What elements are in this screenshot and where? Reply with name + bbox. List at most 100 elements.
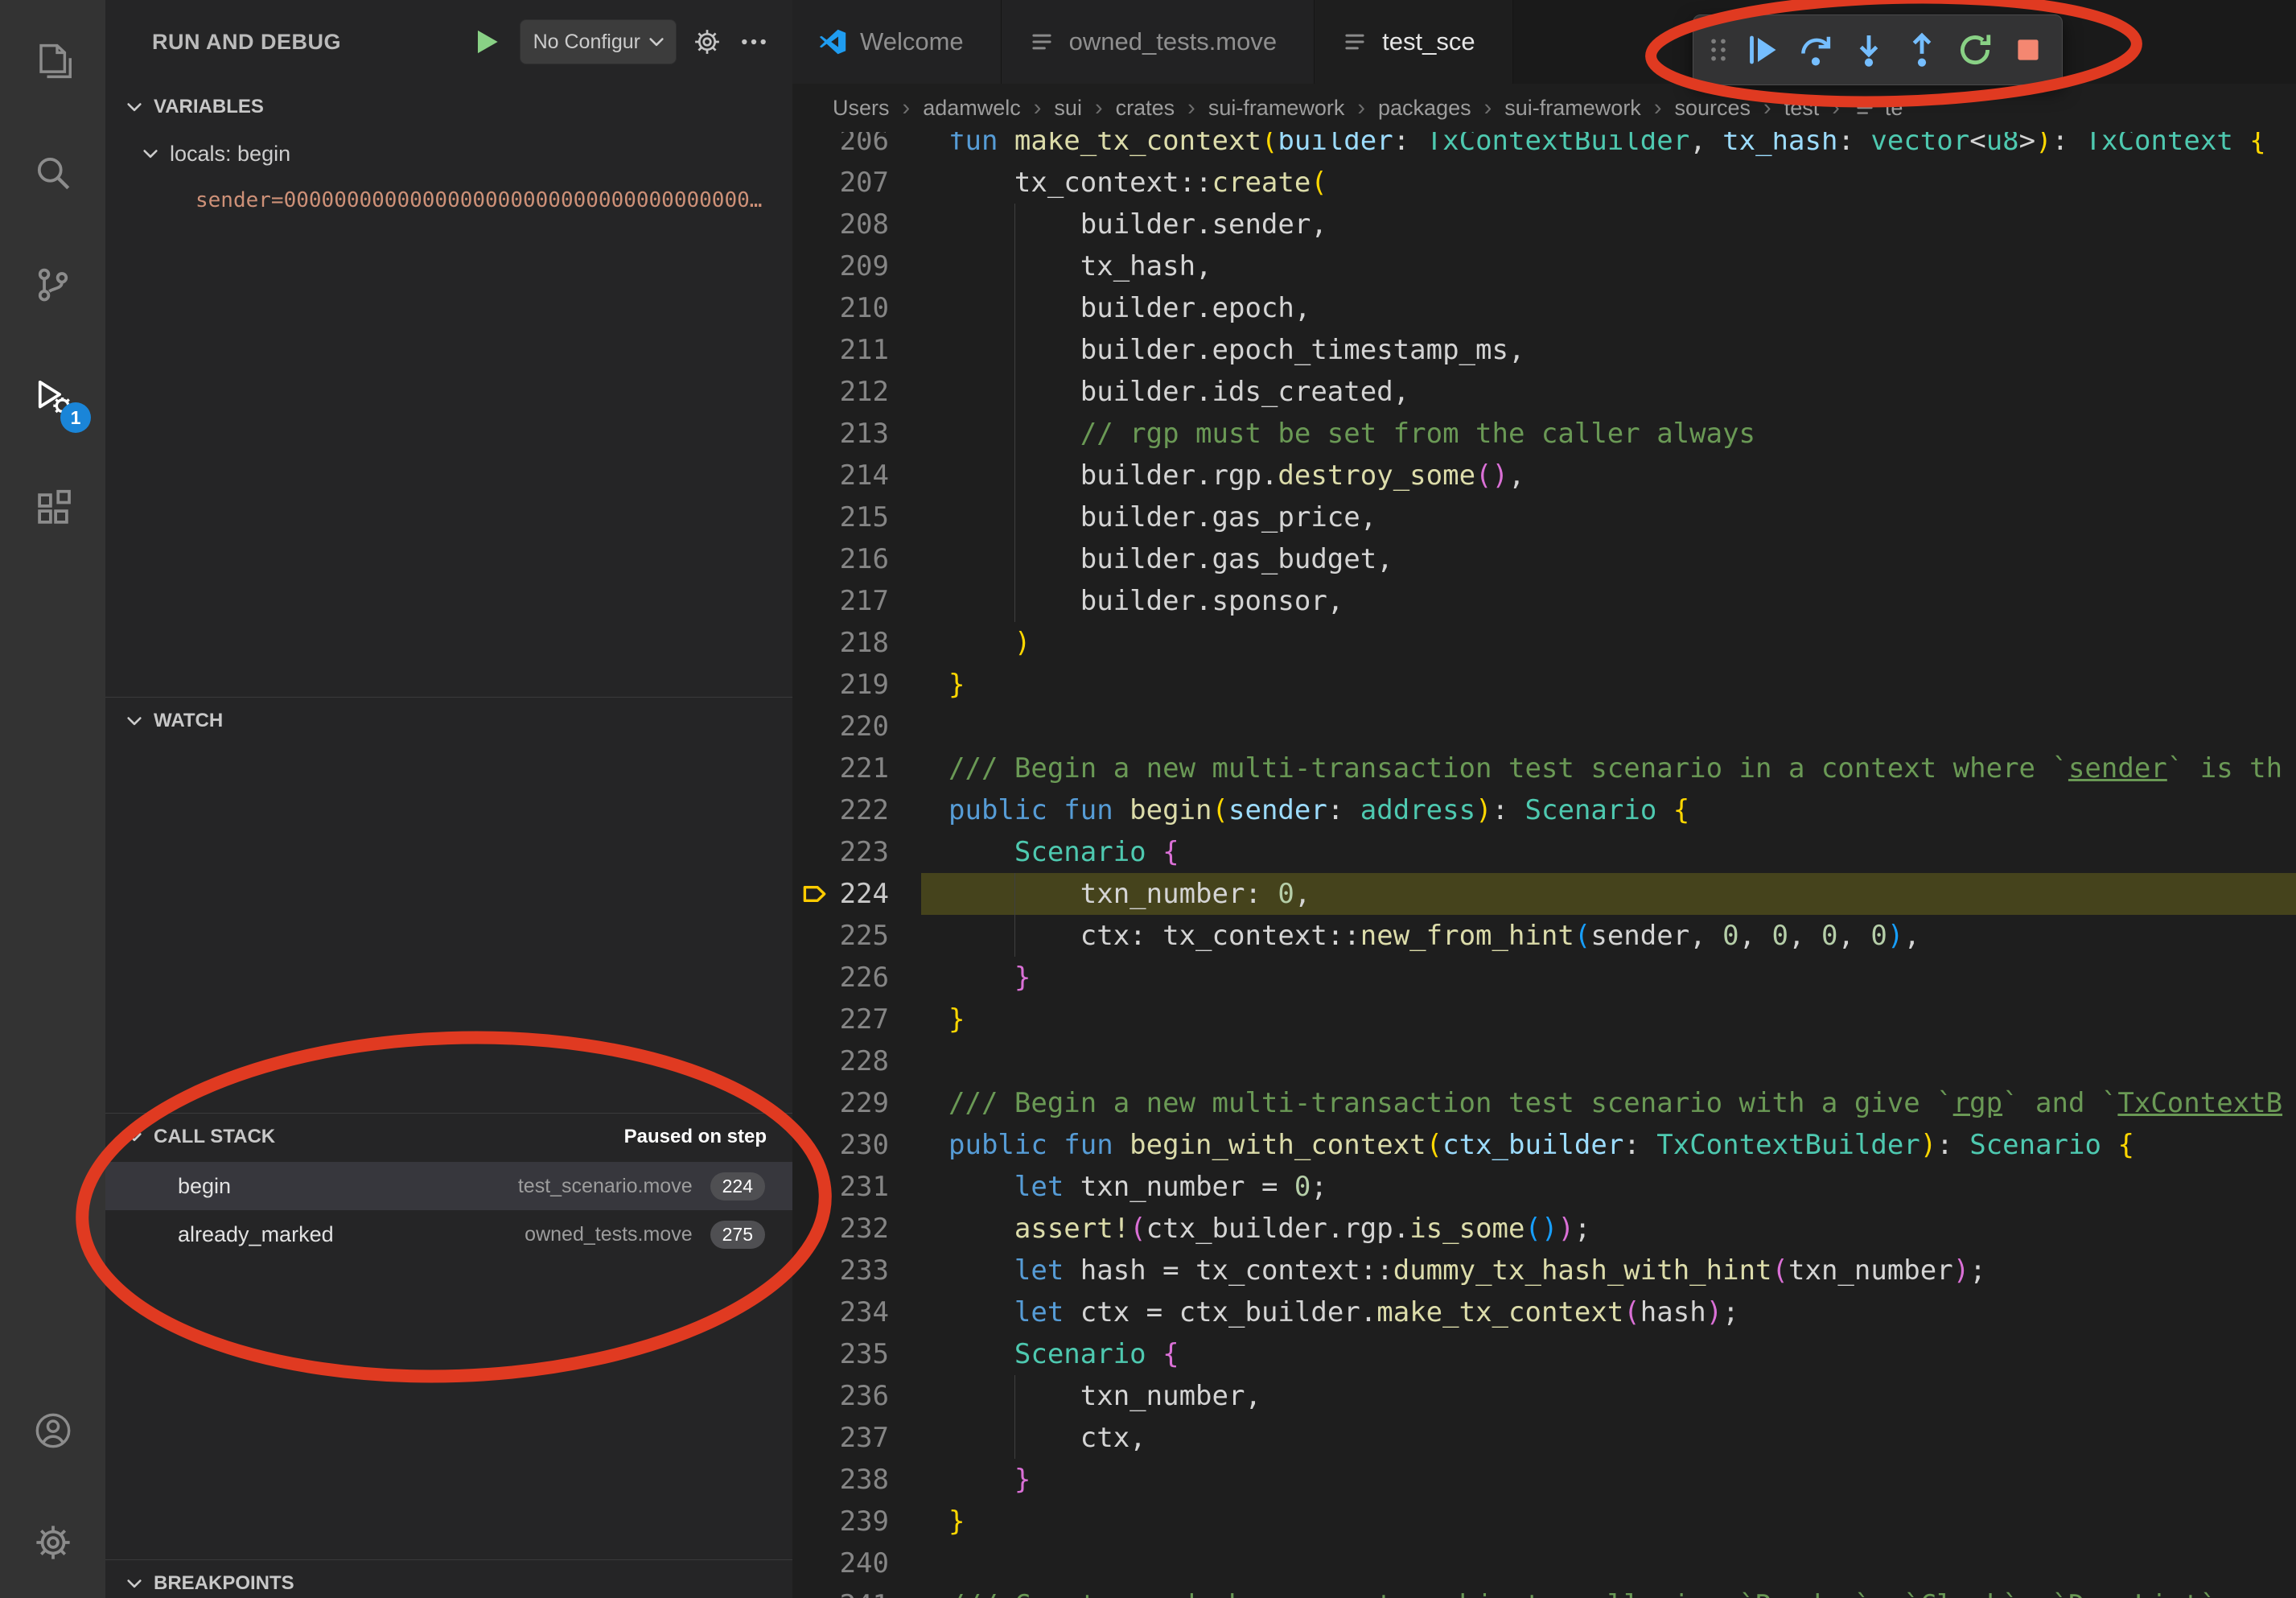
gutter-232[interactable]: 232 xyxy=(792,1208,921,1250)
call-stack-frame-already_marked[interactable]: already_markedowned_tests.move275 xyxy=(105,1210,792,1258)
continue-button[interactable] xyxy=(1737,21,1788,79)
watch-section: WATCH xyxy=(105,697,792,1113)
call-stack-section-header[interactable]: CALL STACK Paused on step xyxy=(105,1114,792,1160)
debug-config-dropdown[interactable]: No Configur xyxy=(520,19,677,64)
variables-scope-locals[interactable]: locals: begin xyxy=(105,130,792,177)
gutter-228[interactable]: 228 xyxy=(792,1040,921,1082)
gutter-207[interactable]: 207 xyxy=(792,162,921,204)
watch-section-header[interactable]: WATCH xyxy=(105,698,792,744)
gutter-241[interactable]: 241 xyxy=(792,1584,921,1598)
breadcrumb-item[interactable]: sui-framework xyxy=(1504,96,1641,121)
move-file-icon xyxy=(1340,27,1369,56)
code-line-218: 218 ) xyxy=(792,622,2296,664)
gutter-238[interactable]: 238 xyxy=(792,1459,921,1501)
variables-section-header[interactable]: VARIABLES xyxy=(105,84,792,130)
gutter-240[interactable]: 240 xyxy=(792,1542,921,1584)
gutter-237[interactable]: 237 xyxy=(792,1417,921,1459)
line-text xyxy=(921,1040,2296,1082)
activity-bar: 1 xyxy=(0,0,105,1598)
call-stack-frame-begin[interactable]: begintest_scenario.move224 xyxy=(105,1162,792,1210)
gutter-217[interactable]: 217 xyxy=(792,580,921,622)
breakpoints-section: BREAKPOINTS xyxy=(105,1559,792,1598)
step-into-button[interactable] xyxy=(1843,21,1895,79)
editor-group: Welcomeowned_tests.movetest_sce Users›ad… xyxy=(792,0,2296,1598)
gutter-213[interactable]: 213 xyxy=(792,413,921,455)
breadcrumb-item[interactable]: packages xyxy=(1378,96,1471,121)
tab-welcome[interactable]: Welcome xyxy=(792,0,1002,84)
code-line-231: 231 let txn_number = 0; xyxy=(792,1166,2296,1208)
gutter-221[interactable]: 221 xyxy=(792,748,921,789)
activity-item-source-control[interactable] xyxy=(0,229,105,340)
gutter-225[interactable]: 225 xyxy=(792,915,921,957)
line-text: ) xyxy=(921,622,2296,664)
breadcrumb-item[interactable]: adamwelc xyxy=(923,96,1021,121)
activity-item-settings[interactable] xyxy=(0,1486,105,1598)
debug-toolbar xyxy=(1693,14,2063,85)
search-icon xyxy=(33,153,73,193)
code-line-233: 233 let hash = tx_context::dummy_tx_hash… xyxy=(792,1250,2296,1291)
gutter-211[interactable]: 211 xyxy=(792,329,921,371)
activity-item-explorer[interactable] xyxy=(0,5,105,117)
gutter-235[interactable]: 235 xyxy=(792,1333,921,1375)
gutter-208[interactable]: 208 xyxy=(792,204,921,245)
current-step-marker-icon xyxy=(802,879,831,908)
stop-button[interactable] xyxy=(2002,21,2054,79)
breadcrumb-item[interactable]: sources xyxy=(1674,96,1751,121)
gutter-212[interactable]: 212 xyxy=(792,371,921,413)
code-editor[interactable]: 206fun make_tx_context(builder: TxContex… xyxy=(792,132,2296,1598)
variable-value: 0000000000000000000000000000000000000… xyxy=(284,188,763,212)
gutter-224[interactable]: 224 xyxy=(792,873,921,915)
call-stack-frames: begintest_scenario.move224already_marked… xyxy=(105,1162,792,1258)
gutter-218[interactable]: 218 xyxy=(792,622,921,664)
views-more-button[interactable] xyxy=(739,27,770,57)
step-out-button[interactable] xyxy=(1896,21,1948,79)
gutter-231[interactable]: 231 xyxy=(792,1166,921,1208)
tab-owned-tests-move[interactable]: owned_tests.move xyxy=(1002,0,1315,84)
breadcrumb-item[interactable]: Users xyxy=(833,96,890,121)
start-debugging-button[interactable] xyxy=(470,25,504,59)
activity-item-accounts[interactable] xyxy=(0,1374,105,1486)
activity-item-search[interactable] xyxy=(0,117,105,229)
sidebar-title: RUN AND DEBUG xyxy=(152,30,341,55)
gutter-226[interactable]: 226 xyxy=(792,957,921,999)
line-text: let txn_number = 0; xyxy=(921,1166,2296,1208)
debug-gear-button[interactable] xyxy=(693,27,723,57)
gutter-206[interactable]: 206 xyxy=(792,132,921,162)
gutter-239[interactable]: 239 xyxy=(792,1501,921,1542)
gutter-234[interactable]: 234 xyxy=(792,1291,921,1333)
variables-section: VARIABLES locals: begin sender = 0000000… xyxy=(105,84,792,697)
code-line-225: 225 ctx: tx_context::new_from_hint(sende… xyxy=(792,915,2296,957)
sidebar-header: RUN AND DEBUG No Configur xyxy=(105,0,792,84)
gutter-215[interactable]: 215 xyxy=(792,496,921,538)
activity-item-run-and-debug[interactable]: 1 xyxy=(0,340,105,452)
breakpoints-section-header[interactable]: BREAKPOINTS xyxy=(105,1560,792,1598)
variables-section-label: VARIABLES xyxy=(154,96,264,118)
gutter-210[interactable]: 210 xyxy=(792,287,921,329)
restart-button[interactable] xyxy=(1949,21,2001,79)
gutter-220[interactable]: 220 xyxy=(792,706,921,748)
gutter-216[interactable]: 216 xyxy=(792,538,921,580)
gutter-219[interactable]: 219 xyxy=(792,664,921,706)
breadcrumb-item[interactable]: crates xyxy=(1116,96,1175,121)
tab-test-sce[interactable]: test_sce xyxy=(1315,0,1512,84)
toolbar-drag-handle[interactable] xyxy=(1701,21,1735,79)
breadcrumb-file[interactable]: te xyxy=(1853,96,1903,121)
line-text: builder.sender, xyxy=(921,204,2296,245)
breadcrumb-item[interactable]: sui xyxy=(1054,96,1082,121)
gutter-223[interactable]: 223 xyxy=(792,831,921,873)
gutter-230[interactable]: 230 xyxy=(792,1124,921,1166)
code-line-212: 212 builder.ids_created, xyxy=(792,371,2296,413)
variable-sender[interactable]: sender = 0000000000000000000000000000000… xyxy=(105,177,792,224)
activity-item-extensions[interactable] xyxy=(0,452,105,564)
breadcrumb-item[interactable]: sui-framework xyxy=(1208,96,1345,121)
gutter-233[interactable]: 233 xyxy=(792,1250,921,1291)
gutter-236[interactable]: 236 xyxy=(792,1375,921,1417)
gutter-229[interactable]: 229 xyxy=(792,1082,921,1124)
gutter-209[interactable]: 209 xyxy=(792,245,921,287)
breadcrumb-item[interactable]: test xyxy=(1784,96,1820,121)
step-over-button[interactable] xyxy=(1790,21,1841,79)
gutter-222[interactable]: 222 xyxy=(792,789,921,831)
gutter-214[interactable]: 214 xyxy=(792,455,921,496)
gutter-227[interactable]: 227 xyxy=(792,999,921,1040)
breadcrumb-file-label: te xyxy=(1885,96,1903,121)
